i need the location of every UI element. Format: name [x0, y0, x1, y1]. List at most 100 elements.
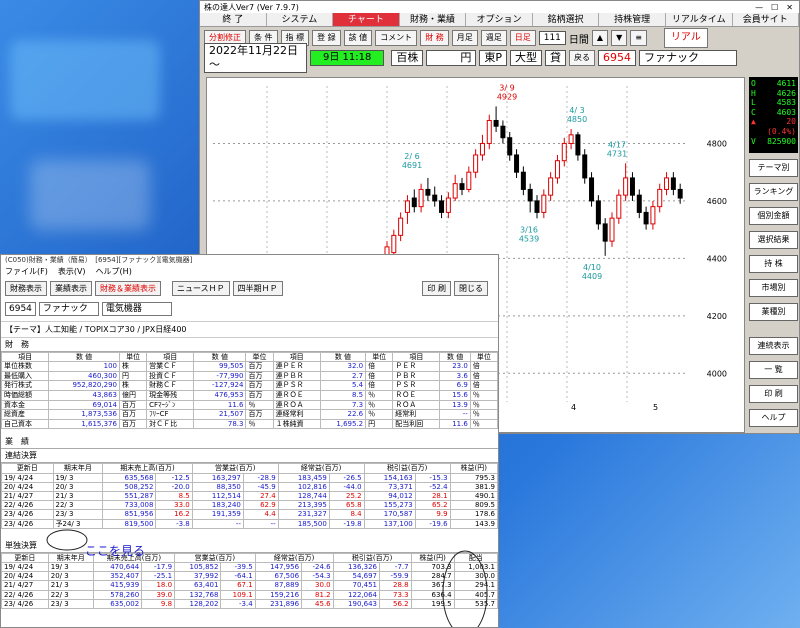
- side-button[interactable]: 連続表示: [749, 337, 798, 355]
- table-cell: 67.1: [220, 580, 256, 591]
- table-cell: 183,459: [277, 472, 330, 483]
- table-cell: 4.4: [242, 509, 279, 520]
- table-cell: 20/ 4/24: [1, 481, 54, 492]
- annotation-price: 4409: [582, 272, 602, 281]
- side-button[interactable]: 一 覧: [749, 361, 798, 379]
- quote-key: C: [751, 107, 756, 117]
- toolbar-button[interactable]: 該 値: [343, 30, 373, 46]
- table-cell: 総資産: [1, 409, 50, 420]
- quote-value: (0.4%): [767, 126, 796, 136]
- side-button[interactable]: テーマ別: [749, 159, 798, 177]
- table-cell: 39.0: [141, 589, 176, 600]
- finance-button[interactable]: 印 刷: [422, 281, 451, 296]
- finance-button[interactable]: 財務表示: [5, 281, 47, 296]
- finance-menu-item[interactable]: ヘルプ(H): [96, 266, 132, 277]
- menu-item[interactable]: 終 了: [200, 13, 267, 26]
- table-cell: ％: [469, 399, 498, 411]
- candle-body: [636, 194, 642, 213]
- candle-body: [561, 142, 567, 162]
- side-button[interactable]: 選択結果: [749, 231, 798, 249]
- minimize-icon[interactable]: —: [755, 3, 763, 12]
- credit-display: 貸: [545, 50, 566, 66]
- side-panel: O 4611 H 4626 L 4583 C 4603 ▲ 20 (0.4%) V 825900 テーマ…: [749, 77, 798, 427]
- quote-key: H: [751, 88, 756, 98]
- arrow-button[interactable]: ≡: [630, 30, 647, 46]
- menu-item[interactable]: 会員サイト: [733, 13, 800, 26]
- side-button[interactable]: 個別金額: [749, 207, 798, 225]
- toolbar-button[interactable]: 日足: [509, 30, 536, 46]
- side-button[interactable]: 持 株: [749, 255, 798, 273]
- table-cell: 百万: [118, 409, 148, 420]
- table-cell: 635,002: [92, 598, 143, 610]
- table-cell: 2.7: [319, 370, 367, 382]
- candle-body: [670, 177, 676, 190]
- real-button[interactable]: リアル: [663, 28, 708, 48]
- quote-value: 20: [786, 117, 796, 127]
- menu-item[interactable]: 財務・業績: [400, 13, 467, 26]
- period-select[interactable]: 111: [538, 31, 566, 45]
- table-cell: 発行株式: [1, 380, 50, 391]
- table-cell: 109.1: [220, 589, 256, 600]
- back-button[interactable]: 戻る: [569, 50, 595, 66]
- table-cell: 株: [118, 380, 148, 391]
- menu-item[interactable]: オプション: [466, 13, 533, 26]
- table-cell: 倍: [469, 361, 498, 372]
- menu-item[interactable]: 銘柄選択: [533, 13, 600, 26]
- finance-button[interactable]: 業績表示: [50, 281, 92, 296]
- arrow-button[interactable]: ▼: [611, 30, 628, 46]
- table-cell: 19/ 4/24: [1, 561, 49, 573]
- toolbar-button[interactable]: 財 務: [420, 30, 449, 46]
- side-button[interactable]: 市場別: [749, 279, 798, 297]
- finance-button[interactable]: ニュースＨＰ: [172, 281, 230, 296]
- toolbar-button[interactable]: 登 録: [312, 30, 341, 46]
- toolbar-button[interactable]: 月足: [451, 30, 478, 46]
- quote-value: 4603: [776, 107, 796, 117]
- table-cell: 73,371: [363, 481, 416, 492]
- table-cell: 23/ 3: [47, 598, 94, 610]
- quote-row: V 825900: [751, 137, 796, 147]
- table-cell: 381.9: [449, 481, 498, 492]
- finance-button[interactable]: 財務＆業績表示: [95, 281, 161, 296]
- table-cell: 470,644: [92, 561, 143, 573]
- menu-item[interactable]: 持株管理: [599, 13, 666, 26]
- toolbar-button[interactable]: 週足: [480, 30, 507, 46]
- table-cell: -19.6: [414, 518, 451, 529]
- table-row: 23/ 4/26 23/ 3 635,002 9.8 128,202 -3.4 231,89…: [1, 598, 498, 610]
- table-cell: 23/ 4/26: [1, 518, 54, 529]
- side-button[interactable]: 業種別: [749, 303, 798, 321]
- finance-menu-item[interactable]: 表示(V): [58, 266, 86, 277]
- side-button[interactable]: ヘルプ: [749, 409, 798, 427]
- table-cell: 952,820,290: [48, 380, 120, 391]
- table-cell: 819,500: [102, 518, 157, 529]
- y-tick-label: 4000: [707, 369, 727, 378]
- table-cell: 32.0: [319, 361, 367, 372]
- close-icon[interactable]: ✕: [786, 3, 793, 12]
- table-cell: -52.4: [414, 481, 451, 492]
- table-cell: 22/ 3: [47, 589, 94, 600]
- table-row: 21/ 4/27 21/ 3 415,939 18.0 63,401 67.1 87,889…: [1, 580, 498, 591]
- menu-item[interactable]: システム: [267, 13, 334, 26]
- menu-item[interactable]: チャート: [333, 13, 400, 26]
- table-cell: 578,260: [92, 589, 143, 600]
- table-row: 19/ 4/24 19/ 3 470,644 -17.9 105,852 -39.5 147…: [1, 561, 498, 573]
- table-cell: 78.3: [193, 418, 247, 430]
- table-cell: 21/ 4/27: [1, 490, 54, 502]
- side-button[interactable]: ランキング: [749, 183, 798, 201]
- table-cell: 5.4: [319, 380, 367, 391]
- side-button[interactable]: 印 刷: [749, 385, 798, 403]
- finance-button[interactable]: 四半期ＨＰ: [232, 281, 283, 296]
- quote-row: L 4583: [751, 98, 796, 108]
- table-cell: -15.3: [414, 472, 451, 483]
- maximize-icon[interactable]: ☐: [771, 3, 778, 12]
- currency-select[interactable]: 円: [426, 50, 477, 66]
- table-cell: 資本金: [1, 399, 50, 411]
- arrow-button[interactable]: ▲: [591, 30, 609, 46]
- finance-menu-item[interactable]: ファイル(F): [5, 266, 48, 277]
- finance-name: ファナック: [38, 302, 99, 316]
- table-row: 23/ 4/26 予24/ 3 819,500 -3.8 -- -- 185,500 -19.…: [1, 518, 498, 529]
- table-cell: 490.1: [449, 490, 498, 502]
- toolbar-button[interactable]: コメント: [375, 30, 418, 46]
- menu-item[interactable]: リアルタイム: [666, 13, 733, 26]
- finance-button[interactable]: 閉じる: [454, 281, 488, 296]
- finance-window-title: (C050)財務・業績（簡易） [6954][ファナック][電気機器]: [1, 255, 498, 266]
